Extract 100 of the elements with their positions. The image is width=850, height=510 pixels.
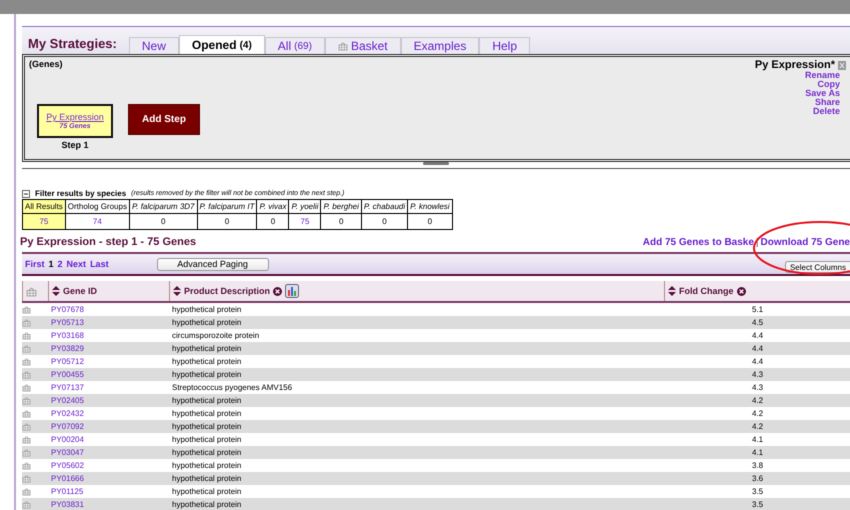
filter-count-cell[interactable]: 74 (65, 214, 130, 230)
filter-count-cell: 0 (320, 214, 362, 230)
gene-id-link[interactable]: PY03047 (48, 448, 169, 457)
fold-change-cell-text: 4.2 (751, 396, 764, 405)
download-link[interactable]: Download 75 Gene (760, 237, 850, 248)
page-link[interactable]: First (25, 259, 45, 269)
strategy-action-link[interactable]: Rename (804, 71, 840, 80)
page-link[interactable]: Next (66, 259, 86, 269)
gene-id-link[interactable]: PY00455 (48, 370, 169, 379)
product-description-cell-text: hypothetical protein (171, 448, 242, 457)
basket-icon[interactable] (22, 422, 31, 431)
filter-title: Filter results by species (35, 189, 126, 198)
fold-change-cell-text: 3.5 (751, 487, 764, 496)
basket-icon[interactable] (22, 383, 31, 392)
filter-header-cell: Ortholog Groups (65, 200, 130, 214)
product-description-cell-text: hypothetical protein (171, 370, 242, 379)
gene-id-link[interactable]: PY03831 (48, 500, 169, 509)
step-label: Step 1 (61, 140, 88, 150)
select-columns-button[interactable]: Select Columns (784, 261, 850, 273)
gene-id-link[interactable]: PY05602 (48, 461, 169, 470)
strategy-name: Py Expression* (754, 59, 835, 71)
add-step-button[interactable]: Add Step (128, 104, 200, 135)
basket-icon[interactable] (22, 305, 31, 314)
page-link[interactable]: 2 (58, 259, 63, 269)
gene-id-link[interactable]: PY03829 (48, 344, 169, 353)
collapse-icon[interactable] (22, 190, 30, 198)
basket-icon[interactable] (22, 474, 31, 483)
gene-id-link[interactable]: PY07678 (48, 305, 169, 314)
column-header[interactable]: Fold Change (679, 286, 734, 296)
filter-header-cell: P. berghei (320, 200, 362, 214)
fold-change-cell-text: 4.2 (751, 422, 764, 431)
strategy-tab[interactable]: Opened (4) (178, 35, 265, 54)
strategy-action-link[interactable]: Share (814, 98, 840, 107)
sort-icon[interactable] (173, 286, 181, 296)
product-description-cell-text: hypothetical protein (171, 474, 242, 483)
bar-chart-icon[interactable] (285, 284, 300, 298)
basket-icon[interactable] (22, 344, 31, 353)
current-page-number: 1 (48, 259, 54, 269)
basket-icon[interactable] (22, 448, 31, 457)
gene-id-link[interactable]: PY01125 (48, 487, 169, 496)
column-header[interactable]: Gene ID (63, 286, 98, 296)
basket-icon[interactable] (22, 370, 31, 379)
basket-icon[interactable] (22, 409, 31, 418)
fold-change-cell-text: 4.3 (751, 370, 764, 379)
filter-header-cell: P. falciparum IT (197, 200, 257, 214)
record-type-label: (Genes) (29, 59, 64, 69)
gene-id-link[interactable]: PY07137 (48, 383, 169, 392)
basket-icon[interactable] (22, 435, 31, 444)
gene-id-link[interactable]: PY02405 (48, 396, 169, 405)
basket-icon[interactable] (22, 500, 31, 509)
product-description-cell-text: hypothetical protein (171, 461, 242, 470)
basket-icon[interactable] (22, 487, 31, 496)
close-icon[interactable] (838, 60, 846, 70)
filter-count-cell[interactable]: 75 (288, 214, 321, 230)
fold-change-cell-text: 4.3 (751, 383, 764, 392)
filter-count-cell: 0 (408, 214, 452, 230)
gene-id-link[interactable]: PY03168 (48, 331, 169, 340)
gene-id-link[interactable]: PY05712 (48, 357, 169, 366)
strategy-action-link[interactable]: Delete (812, 107, 840, 116)
basket-icon[interactable] (22, 357, 31, 366)
step-name-link[interactable]: Py Expression (46, 112, 104, 122)
strategy-tab[interactable]: All (69) (264, 37, 325, 54)
sort-icon[interactable] (668, 286, 676, 296)
basket-icon[interactable] (26, 286, 37, 296)
gene-id-link[interactable]: PY07092 (48, 422, 169, 431)
basket-icon[interactable] (338, 41, 348, 51)
remove-column-icon[interactable] (736, 286, 746, 296)
gene-id-link[interactable]: PY02432 (48, 409, 169, 418)
product-description-cell-text: hypothetical protein (171, 409, 242, 418)
fold-change-cell-text: 3.6 (751, 474, 764, 483)
column-header[interactable]: Product Description (184, 286, 270, 296)
gene-id-link[interactable]: PY00204 (48, 435, 169, 444)
strategy-action-link[interactable]: Copy (818, 80, 840, 89)
sort-icon[interactable] (52, 286, 60, 296)
strategies-label: My Strategies: (27, 36, 118, 53)
basket-icon[interactable] (22, 396, 31, 405)
basket-icon[interactable] (22, 461, 31, 470)
advanced-paging-button[interactable]: Advanced Paging (156, 258, 269, 270)
strategy-action-link[interactable]: Save As (805, 89, 840, 98)
gene-id-link[interactable]: PY01666 (48, 474, 169, 483)
page-link[interactable]: Last (90, 259, 109, 269)
resize-handle[interactable] (423, 162, 449, 165)
filter-count-cell: 0 (197, 214, 257, 230)
filter-header-cell: P. chabaudi (361, 200, 408, 214)
strategy-tab[interactable]: Basket (324, 37, 401, 54)
filter-count-cell[interactable]: 75 (22, 214, 66, 230)
product-description-cell-text: hypothetical protein (171, 435, 242, 444)
gene-id-link[interactable]: PY05713 (48, 318, 169, 327)
basket-icon[interactable] (22, 331, 31, 340)
add-to-basket-link[interactable]: Add 75 Genes to Baske (642, 237, 754, 248)
strategy-tab[interactable]: Help (479, 37, 530, 54)
strategy-tab[interactable]: Examples (400, 37, 480, 54)
fold-change-cell-text: 4.5 (751, 318, 764, 327)
product-description-cell-text: hypothetical protein (171, 500, 242, 509)
filter-count-cell: 0 (129, 214, 197, 230)
results-title: Py Expression - step 1 - 75 Genes (20, 236, 196, 248)
strategy-tab[interactable]: New (128, 37, 179, 54)
basket-icon[interactable] (22, 318, 31, 327)
filter-header-cell: P. knowlesi (408, 200, 452, 214)
remove-column-icon[interactable] (273, 286, 282, 296)
